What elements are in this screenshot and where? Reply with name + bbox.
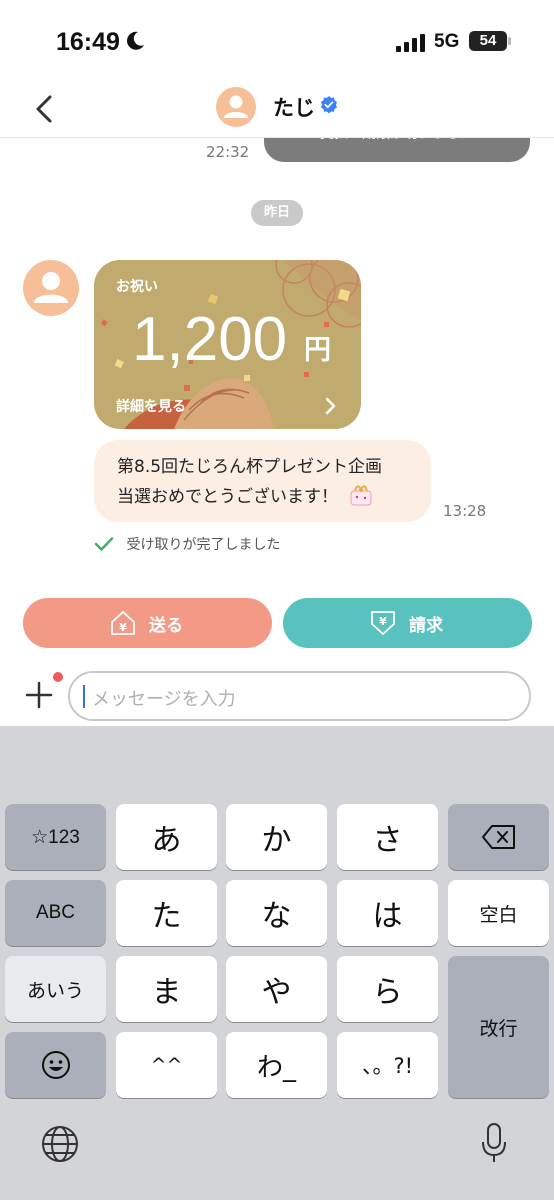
backspace-icon: [481, 825, 515, 849]
chat-area[interactable]: 支払い期限が切れました 22:32 昨日 お祝い: [0, 138, 554, 590]
send-money-label: 送る: [149, 615, 183, 636]
gift-card[interactable]: お祝い 1,200 円 詳細を見る: [94, 260, 361, 429]
key-a[interactable]: あ: [116, 804, 217, 870]
key-sa[interactable]: さ: [337, 804, 438, 870]
key-emoji[interactable]: [5, 1032, 106, 1098]
request-money-button[interactable]: ¥ 請求: [283, 598, 532, 648]
message-line-1: 第8.5回たじろん杯プレゼント企画: [117, 457, 383, 477]
message-bubble[interactable]: 第8.5回たじろん杯プレゼント企画 当選おめでとうございます！: [94, 440, 431, 522]
status-time: 16:49: [56, 28, 120, 56]
emoji-icon: [41, 1051, 70, 1079]
checkmark-icon: [94, 537, 114, 551]
key-wa[interactable]: わ_: [226, 1032, 327, 1098]
key-ra[interactable]: ら: [337, 956, 438, 1022]
chevron-right-icon[interactable]: [324, 396, 338, 416]
back-arrow-icon[interactable]: [30, 92, 60, 126]
key-punctuation[interactable]: 、。?!: [337, 1032, 438, 1098]
key-return[interactable]: 改行: [448, 956, 549, 1098]
globe-icon[interactable]: [40, 1124, 80, 1164]
date-separator: 昨日: [251, 200, 303, 226]
user-icon: [224, 95, 248, 118]
key-na[interactable]: な: [226, 880, 327, 946]
message-line-2-text: 当選おめでとうございます！: [117, 487, 338, 507]
key-numbers[interactable]: ☆123: [5, 804, 106, 870]
network-label: 5G: [434, 31, 460, 52]
received-status-text: 受け取りが完了しました: [126, 537, 281, 553]
battery-cap: [508, 37, 511, 45]
congrats-emoji-icon: [350, 485, 372, 506]
battery-icon: 54: [469, 31, 507, 51]
key-ya[interactable]: や: [226, 956, 327, 1022]
contact-avatar[interactable]: [216, 87, 256, 127]
message-input[interactable]: メッセージを入力: [68, 671, 531, 721]
key-ma[interactable]: ま: [116, 956, 217, 1022]
plus-icon[interactable]: [24, 680, 54, 710]
moon-icon: [127, 31, 144, 50]
signal-icon: [396, 34, 425, 52]
gift-label: お祝い: [116, 279, 158, 295]
keyboard: ☆123 あ か さ ABC た な は 空白 あいう ま や ら 改行 ^^ …: [0, 726, 554, 1200]
key-space[interactable]: 空白: [448, 880, 549, 946]
user-icon: [34, 272, 68, 303]
message-time: 13:28: [443, 502, 487, 520]
sender-avatar[interactable]: [23, 260, 79, 316]
key-ta[interactable]: た: [116, 880, 217, 946]
svg-text:¥: ¥: [119, 621, 127, 634]
text-caret: [83, 685, 85, 708]
send-yen-icon: ¥: [111, 611, 135, 635]
key-abc[interactable]: ABC: [5, 880, 106, 946]
chat-header: たじ: [0, 86, 554, 138]
svg-text:¥: ¥: [379, 615, 387, 628]
message-line-2: 当選おめでとうございます！: [117, 481, 431, 511]
gift-detail-link[interactable]: 詳細を見る: [116, 396, 186, 416]
contact-name[interactable]: たじ: [273, 92, 315, 122]
notification-dot: [53, 672, 63, 682]
previous-message-bubble[interactable]: 支払い期限が切れました: [264, 138, 530, 162]
previous-message-time: 22:32: [206, 143, 250, 161]
received-status: 受け取りが完了しました: [94, 534, 280, 554]
verified-badge-icon: [321, 96, 337, 114]
key-kaomoji[interactable]: ^^: [116, 1032, 217, 1098]
gift-amount: 1,200: [132, 305, 288, 374]
status-bar: 16:49 5G 54: [0, 0, 554, 86]
message-input-placeholder: メッセージを入力: [92, 689, 236, 710]
key-ha[interactable]: は: [337, 880, 438, 946]
request-money-label: 請求: [409, 615, 443, 636]
gift-currency: 円: [304, 335, 331, 366]
key-backspace[interactable]: [448, 804, 549, 870]
send-money-button[interactable]: ¥ 送る: [23, 598, 272, 648]
request-yen-icon: ¥: [371, 611, 395, 635]
key-kana-mode[interactable]: あいう: [5, 956, 106, 1022]
key-ka[interactable]: か: [226, 804, 327, 870]
microphone-icon[interactable]: [480, 1122, 508, 1164]
